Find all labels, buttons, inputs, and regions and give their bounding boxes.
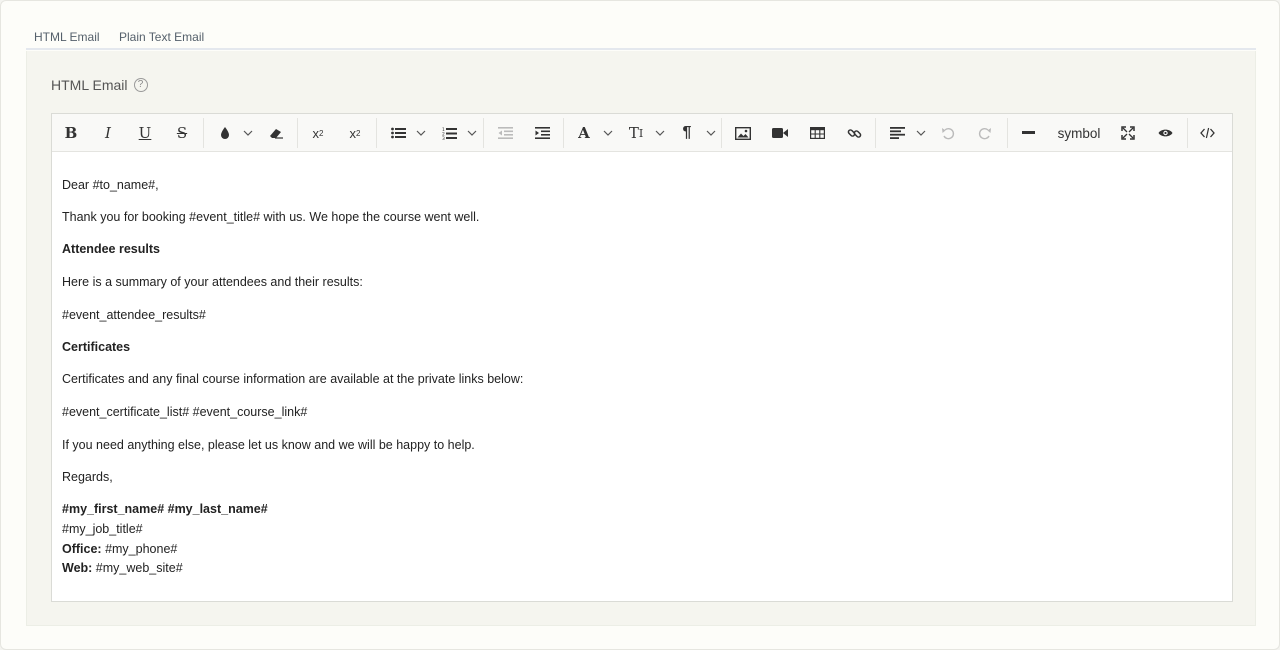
web-value: #my_web_site# bbox=[92, 561, 183, 575]
underline-icon[interactable]: U bbox=[130, 114, 160, 152]
redo-icon[interactable] bbox=[972, 114, 998, 152]
tab-plain-text-email[interactable]: Plain Text Email bbox=[119, 30, 204, 44]
signature-job-title: #my_job_title# bbox=[62, 522, 143, 536]
indent-icon[interactable] bbox=[529, 114, 555, 152]
bullet-list-icon[interactable] bbox=[385, 114, 411, 152]
toolbar-divider bbox=[203, 118, 204, 148]
office-value: #my_phone# bbox=[101, 542, 178, 556]
toolbar-divider bbox=[376, 118, 377, 148]
field-label: HTML Email ? bbox=[51, 77, 148, 93]
email-type-tabs: HTML Email Plain Text Email bbox=[26, 28, 1256, 50]
fullscreen-icon[interactable] bbox=[1115, 114, 1141, 152]
font-color-dropdown-icon[interactable] bbox=[242, 114, 254, 152]
subscript-icon[interactable]: x2 bbox=[342, 114, 368, 152]
toolbar-divider bbox=[1187, 118, 1188, 148]
undo-icon[interactable] bbox=[935, 114, 961, 152]
align-dropdown-icon[interactable] bbox=[915, 114, 927, 152]
toolbar-divider bbox=[875, 118, 876, 148]
link-icon[interactable] bbox=[841, 114, 867, 152]
help-icon[interactable]: ? bbox=[133, 78, 148, 92]
page: HTML Email Plain Text Email HTML Email ?… bbox=[0, 0, 1280, 650]
toolbar-divider bbox=[563, 118, 564, 148]
toolbar-divider bbox=[297, 118, 298, 148]
preview-eye-icon[interactable] bbox=[1152, 114, 1178, 152]
italic-icon[interactable]: I bbox=[93, 114, 123, 152]
regards-text: Regards, bbox=[62, 470, 113, 484]
image-icon[interactable] bbox=[730, 114, 756, 152]
superscript-icon[interactable]: x2 bbox=[305, 114, 331, 152]
office-label: Office: bbox=[62, 542, 102, 556]
font-family-icon[interactable]: A bbox=[571, 114, 597, 152]
font-size-icon[interactable]: TI bbox=[623, 114, 649, 152]
html-email-panel: HTML Email ? B I U S x 2 x 2 1 2 3 A T I… bbox=[26, 51, 1256, 626]
outdent-icon[interactable] bbox=[492, 114, 518, 152]
toolbar-divider bbox=[721, 118, 722, 148]
editor-content[interactable]: Dear #to_name#, Thank you for booking #e… bbox=[62, 152, 1222, 601]
align-icon[interactable] bbox=[884, 114, 910, 152]
code-view-icon[interactable] bbox=[1194, 114, 1220, 152]
numbered-list-dropdown-icon[interactable] bbox=[466, 114, 478, 152]
svg-text:3: 3 bbox=[442, 136, 445, 140]
paragraph-icon[interactable]: ¶ bbox=[674, 114, 700, 152]
attendee-results-tag: #event_attendee_results# bbox=[62, 308, 206, 322]
signature-name: #my_first_name# #my_last_name# bbox=[62, 502, 268, 516]
numbered-list-icon[interactable]: 123 bbox=[436, 114, 462, 152]
field-label-text: HTML Email bbox=[51, 77, 128, 93]
bullet-list-dropdown-icon[interactable] bbox=[415, 114, 427, 152]
horizontal-rule-icon[interactable] bbox=[1015, 114, 1041, 152]
rich-text-editor: B I U S x2 x2 1 2 3 A T I ¶ symbol Dear … bbox=[51, 113, 1233, 602]
bold-icon[interactable]: B bbox=[56, 114, 86, 152]
certificates-text: Certificates and any final course inform… bbox=[62, 372, 524, 386]
toolbar-divider bbox=[483, 118, 484, 148]
summary-text: Here is a summary of your attendees and … bbox=[62, 275, 363, 289]
signature-web: Web: #my_web_site# bbox=[62, 561, 183, 575]
editor-toolbar: B I U S x2 x2 1 2 3 A T I ¶ symbol bbox=[52, 114, 1232, 152]
thanks-text: Thank you for booking #event_title# with… bbox=[62, 210, 480, 224]
attendee-results-heading: Attendee results bbox=[62, 242, 160, 256]
help-text: If you need anything else, please let us… bbox=[62, 438, 475, 452]
font-size-dropdown-icon[interactable] bbox=[654, 114, 666, 152]
symbol-button[interactable]: symbol bbox=[1051, 114, 1107, 152]
eraser-icon[interactable] bbox=[263, 114, 289, 152]
greeting-text: Dear #to_name#, bbox=[62, 178, 159, 192]
tab-html-email[interactable]: HTML Email bbox=[34, 30, 100, 44]
toolbar-divider bbox=[1007, 118, 1008, 148]
font-family-dropdown-icon[interactable] bbox=[602, 114, 614, 152]
certificates-heading: Certificates bbox=[62, 340, 131, 354]
signature-office: Office: #my_phone# bbox=[62, 542, 177, 556]
web-label: Web: bbox=[62, 561, 93, 575]
video-icon[interactable] bbox=[767, 114, 793, 152]
certificate-links-text: #event_certificate_list# #event_course_l… bbox=[62, 405, 308, 419]
font-color-icon[interactable] bbox=[212, 114, 238, 152]
strikethrough-icon[interactable]: S bbox=[167, 114, 197, 152]
paragraph-dropdown-icon[interactable] bbox=[705, 114, 717, 152]
table-icon[interactable] bbox=[804, 114, 830, 152]
